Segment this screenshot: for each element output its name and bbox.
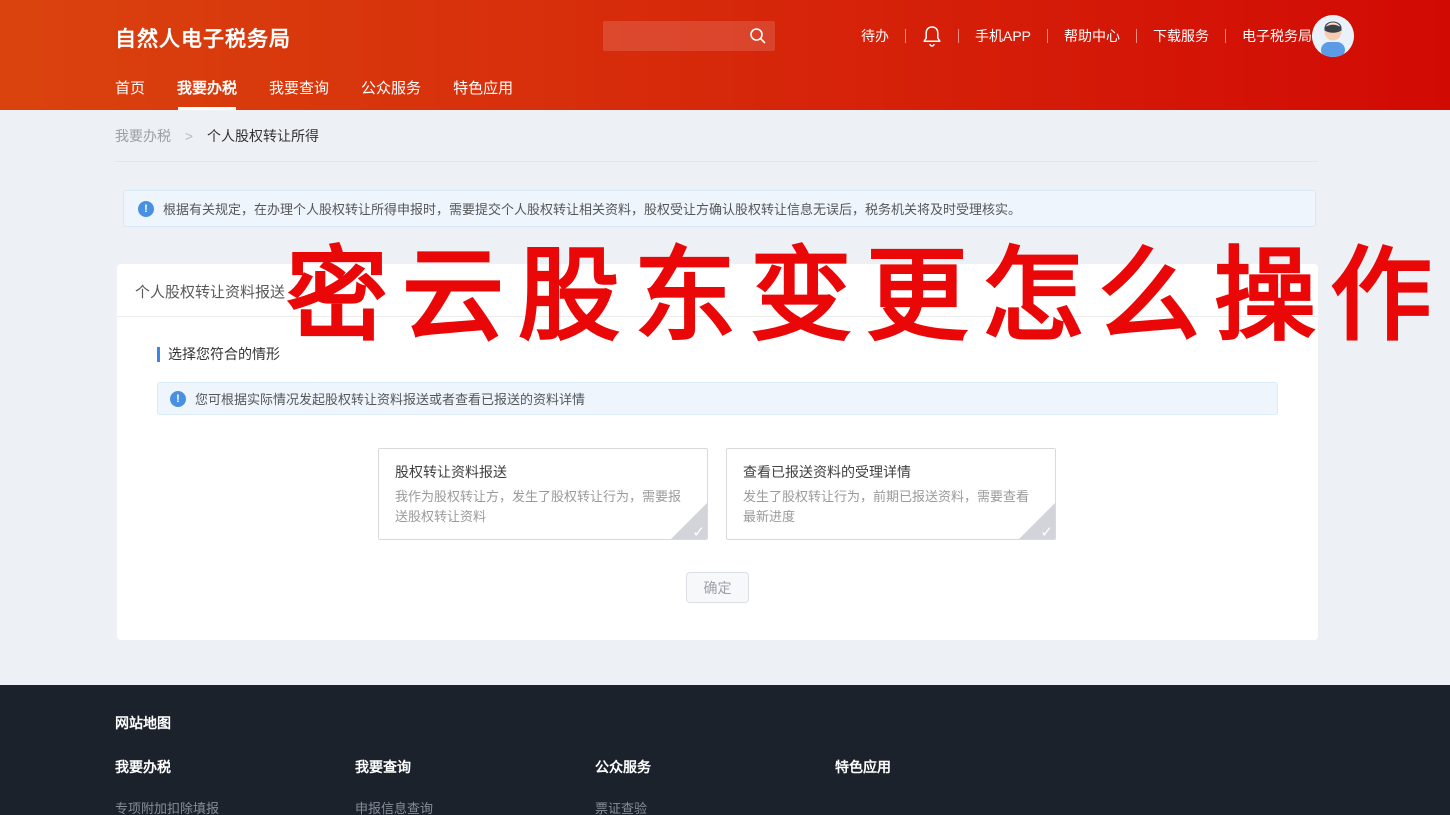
footer: 网站地图 我要办税 专项附加扣除填报 我要查询 申报信息查询 公众服务 票证查验… xyxy=(0,685,1450,815)
footer-link-declaration-inquiry[interactable]: 申报信息查询 xyxy=(355,798,595,815)
menu-item-help-center[interactable]: 帮助中心 xyxy=(1064,26,1120,46)
info-alert-text: 根据有关规定，在办理个人股权转让所得申报时，需要提交个人股权转让相关资料，股权受… xyxy=(163,199,1021,218)
notification-bell-icon[interactable] xyxy=(922,25,942,47)
info-alert: ! 根据有关规定，在办理个人股权转让所得申报时，需要提交个人股权转让相关资料，股… xyxy=(123,190,1316,227)
page: 自然人电子税务局 待办 手机APP 帮助中心 下载服务 电子税务局 xyxy=(0,0,1450,815)
tab-label: 公众服务 xyxy=(361,80,421,97)
search-icon[interactable] xyxy=(749,27,767,45)
divider xyxy=(1225,29,1226,43)
tab-label: 我要查询 xyxy=(269,80,329,97)
option-card-description: 我作为股权转让方，发生了股权转让行为，需要报送股权转让资料 xyxy=(395,487,693,527)
section-header: 选择您符合的情形 xyxy=(157,344,280,364)
divider xyxy=(117,316,1318,317)
section-title: 选择您符合的情形 xyxy=(168,344,280,364)
footer-col-title[interactable]: 公众服务 xyxy=(595,757,835,777)
user-avatar[interactable] xyxy=(1312,15,1354,57)
footer-link-ticket-verification[interactable]: 票证查验 xyxy=(595,798,835,815)
divider xyxy=(1047,29,1048,43)
hint-banner: ! 您可根据实际情况发起股权转让资料报送或者查看已报送的资料详情 xyxy=(157,382,1278,415)
tab-home[interactable]: 首页 xyxy=(115,72,145,110)
tab-label: 我要办税 xyxy=(177,80,237,97)
footer-col-title[interactable]: 我要查询 xyxy=(355,757,595,777)
site-logo: 自然人电子税务局 xyxy=(115,23,291,53)
info-icon: ! xyxy=(138,201,154,217)
option-card-title: 股权转让资料报送 xyxy=(395,462,507,482)
breadcrumb-current: 个人股权转让所得 xyxy=(207,128,319,144)
divider xyxy=(1136,29,1137,43)
checkmark-icon: ✓ xyxy=(1040,525,1053,540)
footer-col-title[interactable]: 我要办税 xyxy=(115,757,355,777)
breadcrumb: 我要办税 > 个人股权转让所得 xyxy=(115,110,1318,162)
breadcrumb-parent[interactable]: 我要办税 xyxy=(115,128,171,144)
footer-link-special-deduction[interactable]: 专项附加扣除填报 xyxy=(115,798,355,815)
tab-featured-apps[interactable]: 特色应用 xyxy=(453,72,513,110)
footer-col-featured-apps: 特色应用 xyxy=(835,757,1075,815)
tab-inquiry[interactable]: 我要查询 xyxy=(269,72,329,110)
section-accent-bar xyxy=(157,347,160,362)
option-card-submit-materials[interactable]: 股权转让资料报送 我作为股权转让方，发生了股权转让行为，需要报送股权转让资料 ✓ xyxy=(378,448,708,540)
menu-item-etax-bureau[interactable]: 电子税务局 xyxy=(1242,26,1312,46)
divider xyxy=(958,29,959,43)
sitemap-title: 网站地图 xyxy=(115,713,171,733)
divider xyxy=(905,29,906,43)
info-icon: ! xyxy=(170,391,186,407)
checkmark-icon: ✓ xyxy=(692,525,705,540)
confirm-button[interactable]: 确定 xyxy=(686,572,749,603)
avatar-illustration xyxy=(1312,15,1354,57)
menu-item-mobile-app[interactable]: 手机APP xyxy=(975,26,1031,46)
footer-col-inquiry: 我要查询 申报信息查询 xyxy=(355,757,595,815)
option-card-description: 发生了股权转让行为，前期已报送资料，需要查看最新进度 xyxy=(743,487,1041,527)
option-card-view-progress[interactable]: 查看已报送资料的受理详情 发生了股权转让行为，前期已报送资料，需要查看最新进度 … xyxy=(726,448,1056,540)
search-box[interactable] xyxy=(603,21,775,51)
search-input[interactable] xyxy=(611,21,741,51)
panel-title: 个人股权转让资料报送 xyxy=(135,281,285,302)
tab-public-service[interactable]: 公众服务 xyxy=(361,72,421,110)
breadcrumb-separator-icon: > xyxy=(185,128,193,144)
footer-col-tax-handling: 我要办税 专项附加扣除填报 xyxy=(115,757,355,815)
header: 自然人电子税务局 待办 手机APP 帮助中心 下载服务 电子税务局 xyxy=(0,0,1450,110)
main-panel: 个人股权转让资料报送 选择您符合的情形 ! 您可根据实际情况发起股权转让资料报送… xyxy=(117,264,1318,640)
hint-text: 您可根据实际情况发起股权转让资料报送或者查看已报送的资料详情 xyxy=(195,389,585,408)
footer-col-title[interactable]: 特色应用 xyxy=(835,757,1075,777)
menu-item-todo[interactable]: 待办 xyxy=(861,26,889,46)
tab-tax-handling[interactable]: 我要办税 xyxy=(177,72,237,110)
header-menu: 待办 手机APP 帮助中心 下载服务 电子税务局 xyxy=(861,16,1312,56)
footer-columns: 我要办税 专项附加扣除填报 我要查询 申报信息查询 公众服务 票证查验 特色应用 xyxy=(115,757,1075,815)
menu-item-download-service[interactable]: 下载服务 xyxy=(1153,26,1209,46)
main-nav: 首页 我要办税 我要查询 公众服务 特色应用 xyxy=(115,72,545,110)
option-card-title: 查看已报送资料的受理详情 xyxy=(743,462,911,482)
tab-label: 特色应用 xyxy=(453,80,513,97)
tab-label: 首页 xyxy=(115,80,145,97)
footer-col-public-service: 公众服务 票证查验 xyxy=(595,757,835,815)
